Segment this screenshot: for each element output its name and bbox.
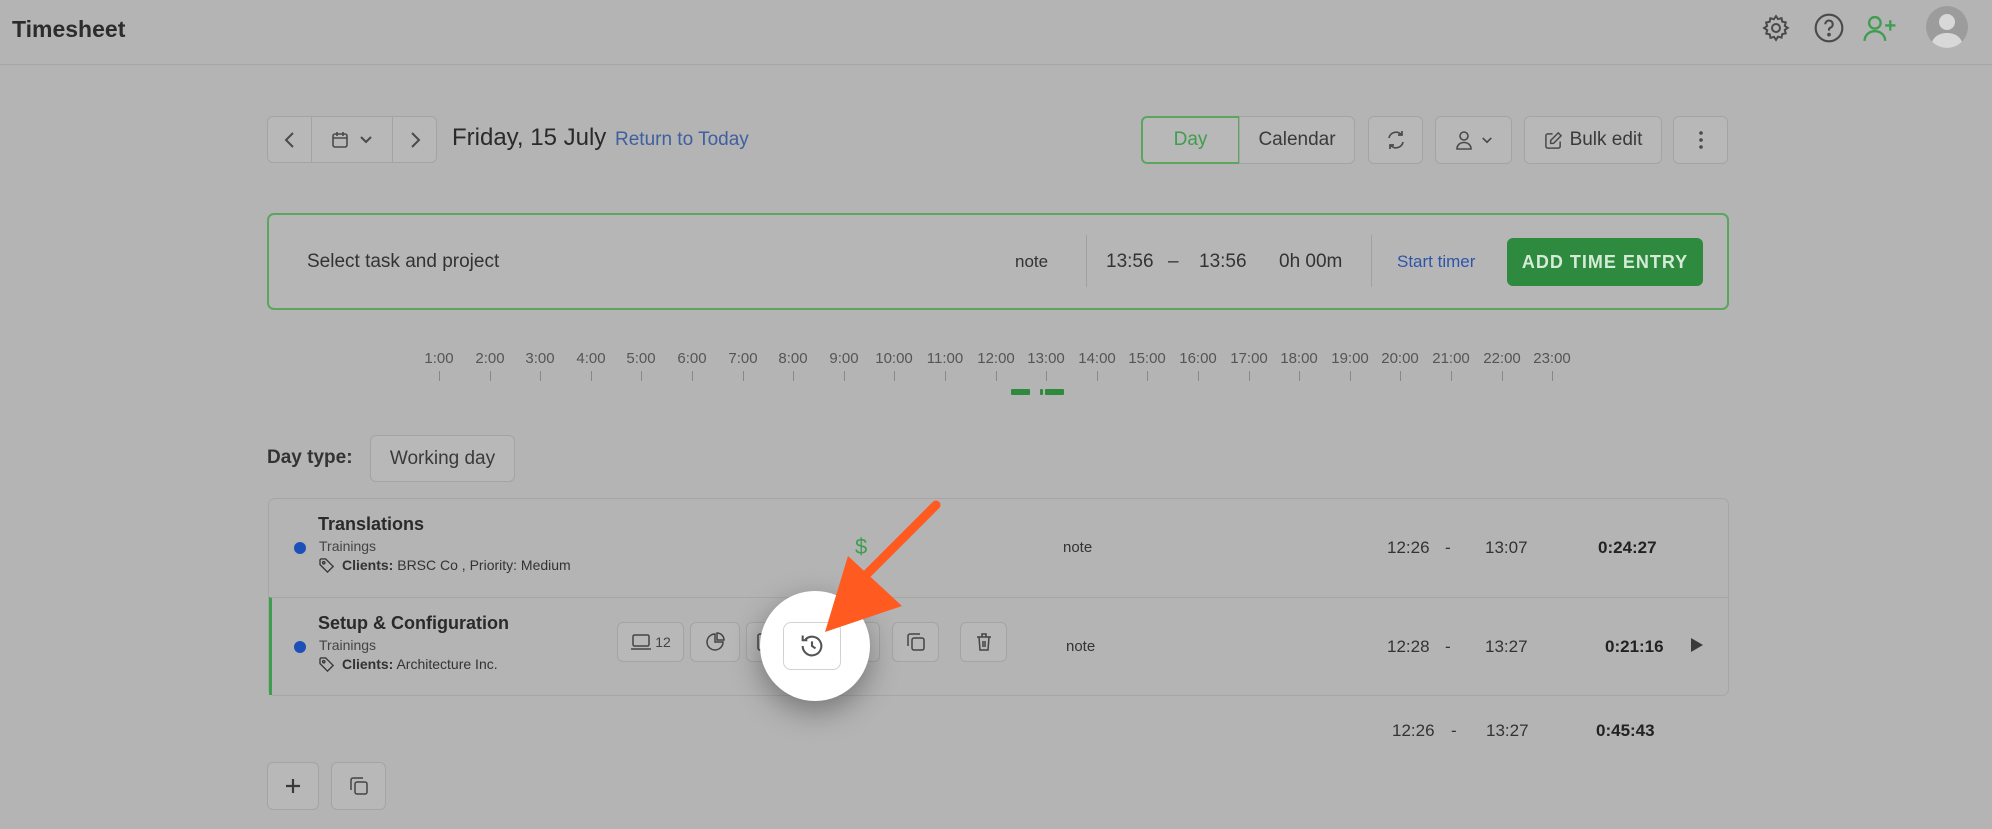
total-end-time: 13:27 xyxy=(1486,721,1529,740)
add-entry-button[interactable] xyxy=(267,762,319,810)
time-separator: - xyxy=(1451,721,1457,740)
callout-arrow xyxy=(825,500,941,632)
copy-previous-day-button[interactable] xyxy=(331,762,386,810)
total-start-time: 12:26 xyxy=(1392,721,1435,740)
total-duration: 0:45:43 xyxy=(1596,721,1655,740)
plus-icon xyxy=(286,779,300,793)
copy-icon xyxy=(349,777,368,795)
